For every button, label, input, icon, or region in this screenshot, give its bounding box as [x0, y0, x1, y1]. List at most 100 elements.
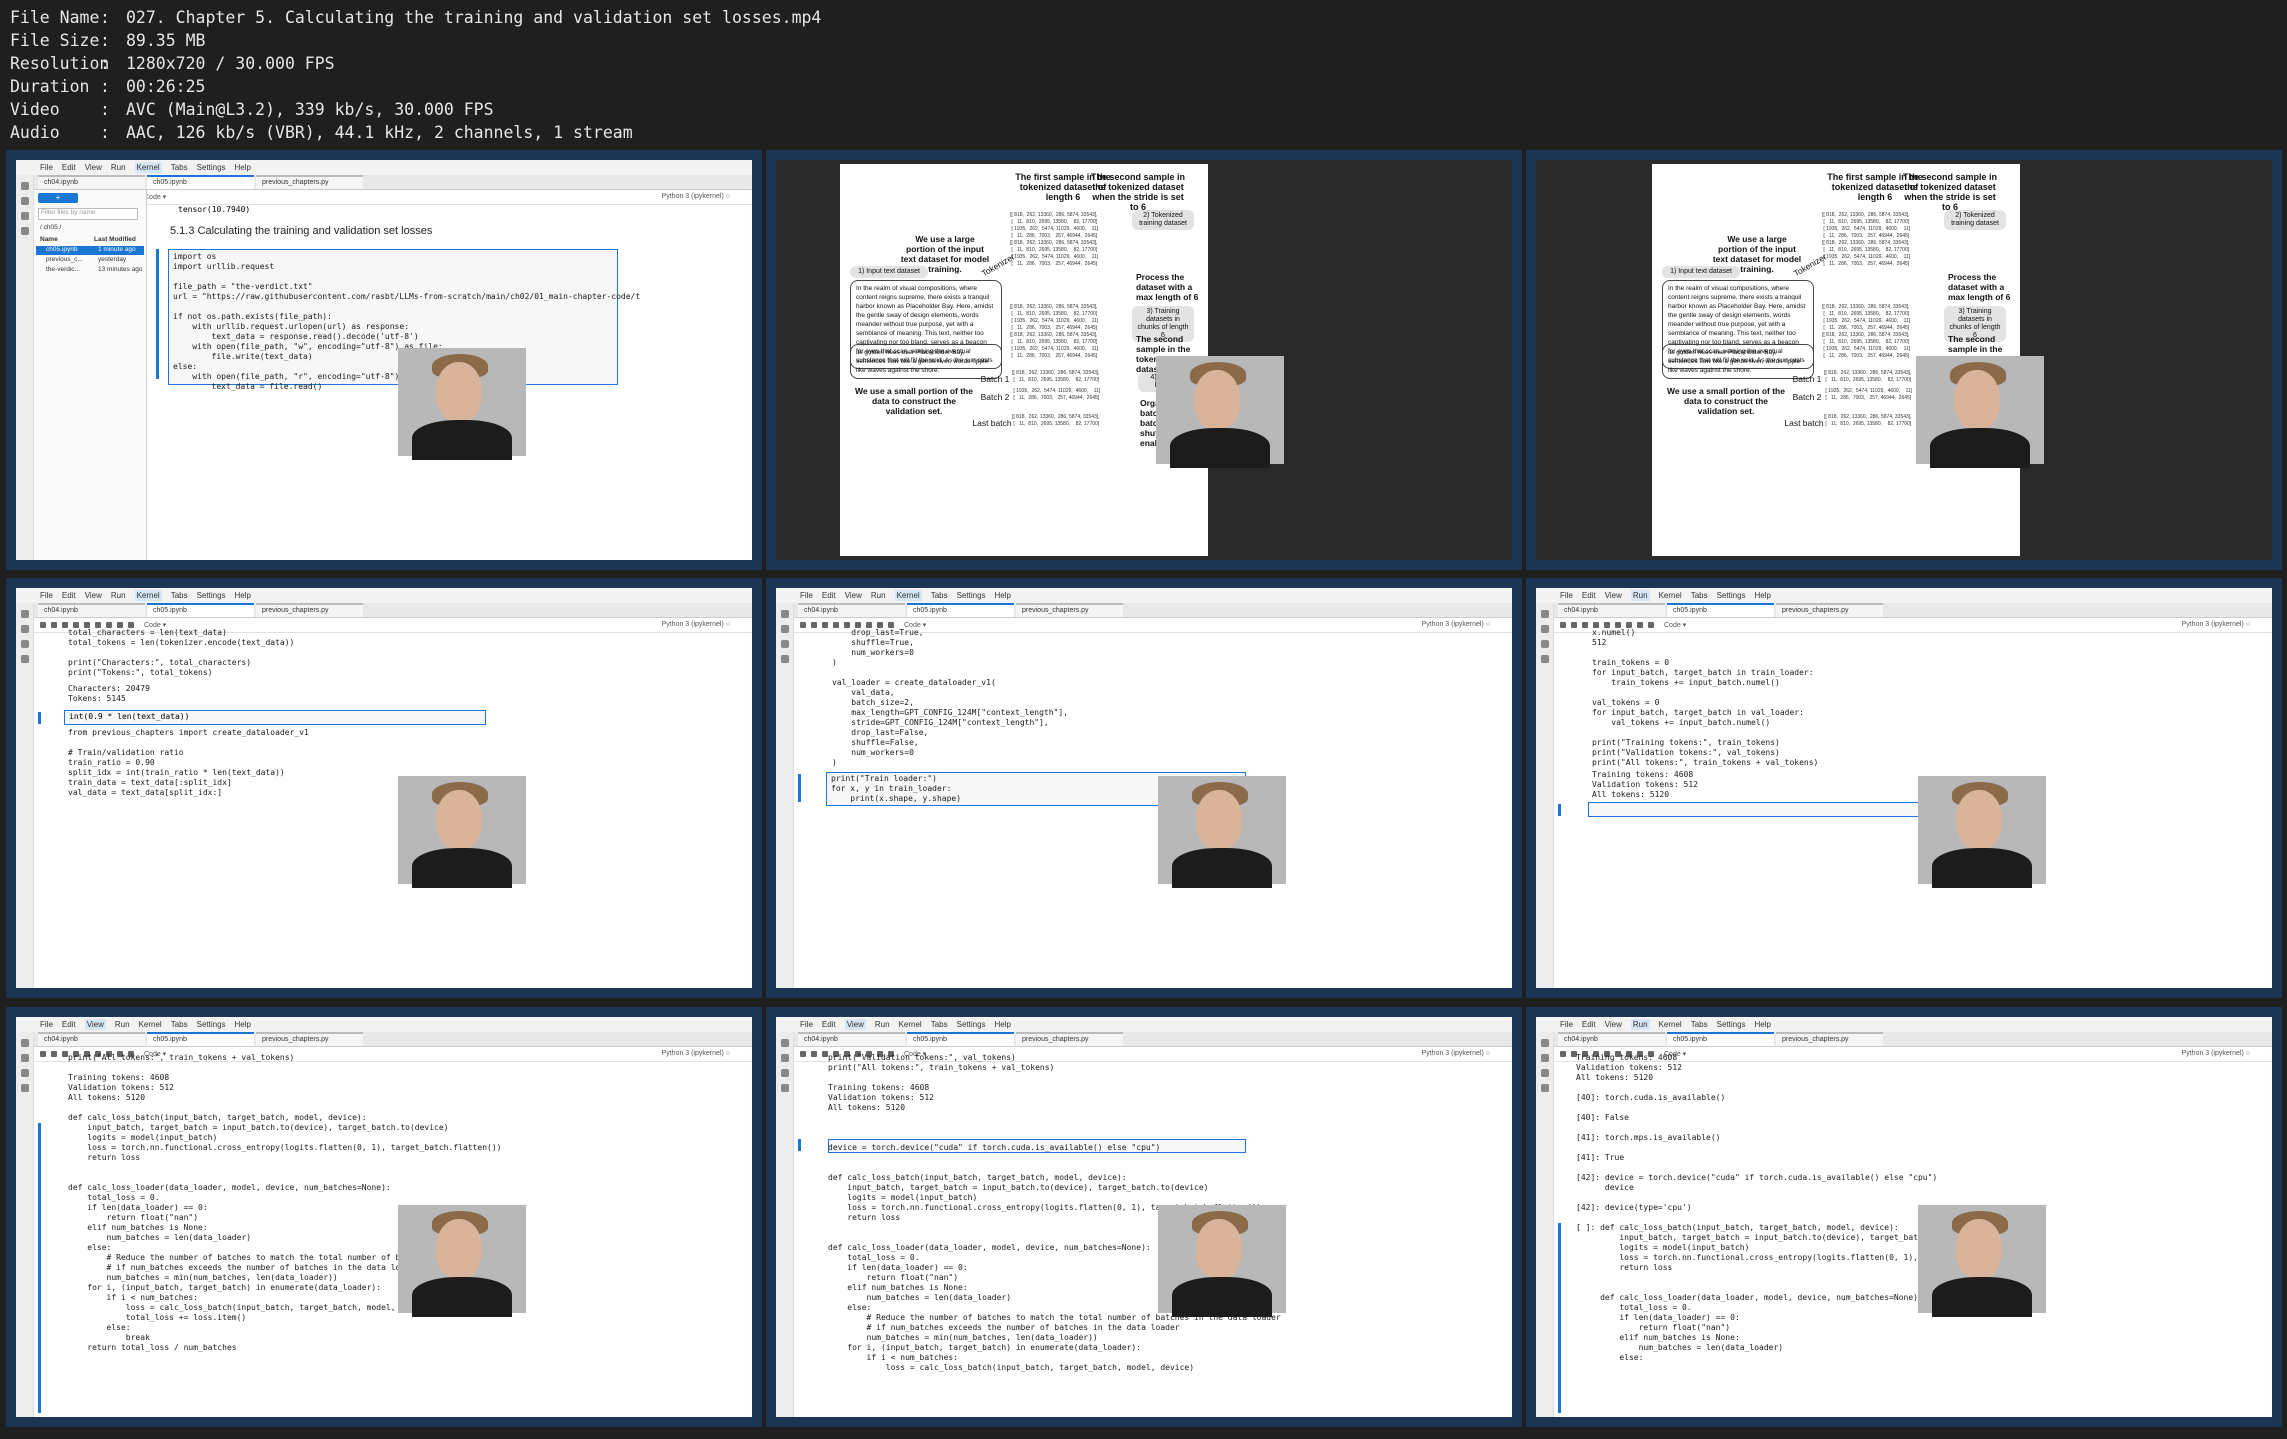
menu-item-help[interactable]: Help — [995, 591, 1011, 600]
menu-item-kernel[interactable]: Kernel — [139, 1020, 162, 1029]
menu-item-edit[interactable]: Edit — [1582, 591, 1596, 600]
extension-icon[interactable] — [1540, 1084, 1549, 1092]
save-icon[interactable] — [800, 1051, 806, 1057]
add-icon[interactable] — [1571, 622, 1577, 628]
menu-item-view[interactable]: View — [844, 1019, 866, 1030]
new-launcher-button[interactable]: + — [38, 193, 78, 203]
folder-icon[interactable] — [1540, 1039, 1549, 1047]
menu-item-tabs[interactable]: Tabs — [171, 163, 188, 172]
menu-item-edit[interactable]: Edit — [62, 591, 76, 600]
menu-item-run[interactable]: Run — [111, 591, 126, 600]
tab-previous-chapters-py[interactable]: previous_chapters.py — [256, 603, 363, 617]
menu-item-help[interactable]: Help — [235, 1020, 251, 1029]
menu-item-view[interactable]: View — [845, 591, 862, 600]
add-icon[interactable] — [51, 622, 57, 628]
running-icon[interactable] — [780, 1054, 789, 1062]
running-icon[interactable] — [780, 625, 789, 633]
menu-item-settings[interactable]: Settings — [1717, 1020, 1746, 1029]
menu-item-run[interactable]: Run — [1630, 1019, 1650, 1030]
toc-icon[interactable] — [780, 640, 789, 648]
menu-item-edit[interactable]: Edit — [822, 1020, 836, 1029]
extension-icon[interactable] — [20, 1084, 29, 1092]
file-filter-input[interactable]: Filter files by name — [38, 208, 138, 220]
menu-item-kernel[interactable]: Kernel — [1659, 1020, 1682, 1029]
menu-item-help[interactable]: Help — [1755, 1020, 1771, 1029]
menu-item-help[interactable]: Help — [995, 1020, 1011, 1029]
extension-icon[interactable] — [20, 227, 29, 235]
tab-previous-chapters-py[interactable]: previous_chapters.py — [1016, 603, 1123, 617]
menu-item-view[interactable]: View — [1605, 591, 1622, 600]
tab-previous-chapters-py[interactable]: previous_chapters.py — [1776, 1032, 1883, 1046]
menu-item-view[interactable]: View — [1605, 1020, 1622, 1029]
extension-icon[interactable] — [780, 655, 789, 663]
menu-item-tabs[interactable]: Tabs — [171, 1020, 188, 1029]
file-row[interactable]: the-verdic... 13 minutes ago — [36, 266, 144, 275]
folder-icon[interactable] — [780, 1039, 789, 1047]
menu-item-edit[interactable]: Edit — [1582, 1020, 1596, 1029]
menu-item-edit[interactable]: Edit — [62, 1020, 76, 1029]
tab-previous-chapters-py[interactable]: previous_chapters.py — [1776, 603, 1883, 617]
menu-item-help[interactable]: Help — [235, 163, 251, 172]
menu-item-file[interactable]: File — [40, 1020, 53, 1029]
save-icon[interactable] — [1560, 1051, 1566, 1057]
tab-ch05-ipynb[interactable]: ch05.ipynb — [1667, 1032, 1774, 1046]
menu-item-file[interactable]: File — [1560, 591, 1573, 600]
menu-item-settings[interactable]: Settings — [197, 163, 226, 172]
menu-item-file[interactable]: File — [800, 1020, 813, 1029]
running-icon[interactable] — [20, 1054, 29, 1062]
menu-item-tabs[interactable]: Tabs — [171, 591, 188, 600]
cut-icon[interactable] — [822, 622, 828, 628]
tab-ch05-ipynb[interactable]: ch05.ipynb — [1667, 603, 1774, 617]
file-row[interactable]: ch05.ipynb 1 minute ago — [36, 246, 144, 255]
menu-item-help[interactable]: Help — [235, 591, 251, 600]
menu-item-tabs[interactable]: Tabs — [1691, 591, 1708, 600]
menu-item-run[interactable]: Run — [871, 591, 886, 600]
tab-ch05-ipynb[interactable]: ch05.ipynb — [907, 603, 1014, 617]
toc-icon[interactable] — [1540, 640, 1549, 648]
menu-item-run[interactable]: Run — [115, 1020, 130, 1029]
running-icon[interactable] — [20, 625, 29, 633]
menu-item-tabs[interactable]: Tabs — [931, 591, 948, 600]
column-modified-header[interactable]: Last Modified — [94, 236, 136, 243]
menu-item-file[interactable]: File — [800, 591, 813, 600]
menu-item-tabs[interactable]: Tabs — [931, 1020, 948, 1029]
tab-ch05-ipynb[interactable]: ch05.ipynb — [907, 1032, 1014, 1046]
active-code-cell[interactable]: int(0.9 * len(text_data)) — [64, 710, 486, 725]
tab-ch05-ipynb[interactable]: ch05.ipynb — [147, 603, 254, 617]
add-icon[interactable] — [51, 1051, 57, 1057]
menu-item-help[interactable]: Help — [1755, 591, 1771, 600]
menu-item-view[interactable]: View — [85, 163, 102, 172]
menu-item-edit[interactable]: Edit — [822, 591, 836, 600]
tab-ch04-ipynb[interactable]: ch04.ipynb — [38, 175, 145, 189]
column-name-header[interactable]: Name — [40, 236, 58, 243]
cut-icon[interactable] — [1582, 622, 1588, 628]
tab-ch05-ipynb[interactable]: ch05.ipynb — [147, 175, 254, 189]
tab-ch04-ipynb[interactable]: ch04.ipynb — [38, 1032, 145, 1046]
menu-item-file[interactable]: File — [1560, 1020, 1573, 1029]
toc-icon[interactable] — [780, 1069, 789, 1077]
toc-icon[interactable] — [1540, 1069, 1549, 1077]
extension-icon[interactable] — [1540, 655, 1549, 663]
save-icon[interactable] — [800, 622, 806, 628]
menu-item-kernel[interactable]: Kernel — [894, 590, 922, 601]
tab-ch04-ipynb[interactable]: ch04.ipynb — [38, 603, 145, 617]
menu-item-run[interactable]: Run — [111, 163, 126, 172]
menu-item-kernel[interactable]: Kernel — [134, 590, 162, 601]
tab-previous-chapters-py[interactable]: previous_chapters.py — [256, 1032, 363, 1046]
tab-ch04-ipynb[interactable]: ch04.ipynb — [1558, 1032, 1665, 1046]
menu-item-settings[interactable]: Settings — [957, 1020, 986, 1029]
menu-item-run[interactable]: Run — [875, 1020, 890, 1029]
cell-type-select[interactable]: Code ▾ — [144, 193, 166, 201]
menu-item-settings[interactable]: Settings — [197, 1020, 226, 1029]
tab-ch04-ipynb[interactable]: ch04.ipynb — [1558, 603, 1665, 617]
menu-item-view[interactable]: View — [84, 1019, 106, 1030]
folder-icon[interactable] — [20, 182, 29, 190]
running-icon[interactable] — [1540, 625, 1549, 633]
save-icon[interactable] — [40, 1051, 46, 1057]
folder-icon[interactable] — [20, 610, 29, 618]
add-icon[interactable] — [811, 622, 817, 628]
folder-icon[interactable] — [780, 610, 789, 618]
menu-item-file[interactable]: File — [40, 163, 53, 172]
menu-item-edit[interactable]: Edit — [62, 163, 76, 172]
active-code-cell[interactable]: import os import urllib.request file_path … — [168, 249, 640, 391]
